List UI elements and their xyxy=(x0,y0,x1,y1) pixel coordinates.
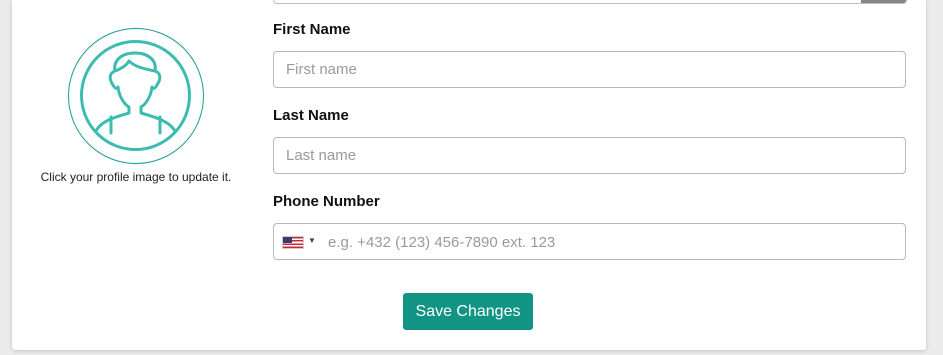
phone-number-field: ▼ xyxy=(273,223,906,261)
phone-number-input[interactable] xyxy=(326,224,900,261)
profile-card: Click your profile image to update it. F… xyxy=(12,0,926,350)
save-changes-button[interactable]: Save Changes xyxy=(403,293,533,330)
us-flag-icon xyxy=(282,236,304,249)
first-name-input[interactable] xyxy=(273,51,906,88)
profile-avatar[interactable] xyxy=(68,28,204,164)
avatar-hint-text: Click your profile image to update it. xyxy=(40,170,232,184)
phone-number-label: Phone Number xyxy=(273,193,380,210)
input-addon-button[interactable] xyxy=(861,0,906,3)
last-name-input[interactable] xyxy=(273,137,906,174)
first-name-label: First Name xyxy=(273,21,351,38)
last-name-label: Last Name xyxy=(273,107,349,124)
partial-input-field[interactable] xyxy=(273,0,907,4)
user-avatar-icon xyxy=(80,40,191,151)
chevron-down-icon: ▼ xyxy=(308,236,316,245)
country-code-select[interactable]: ▼ xyxy=(282,224,320,259)
